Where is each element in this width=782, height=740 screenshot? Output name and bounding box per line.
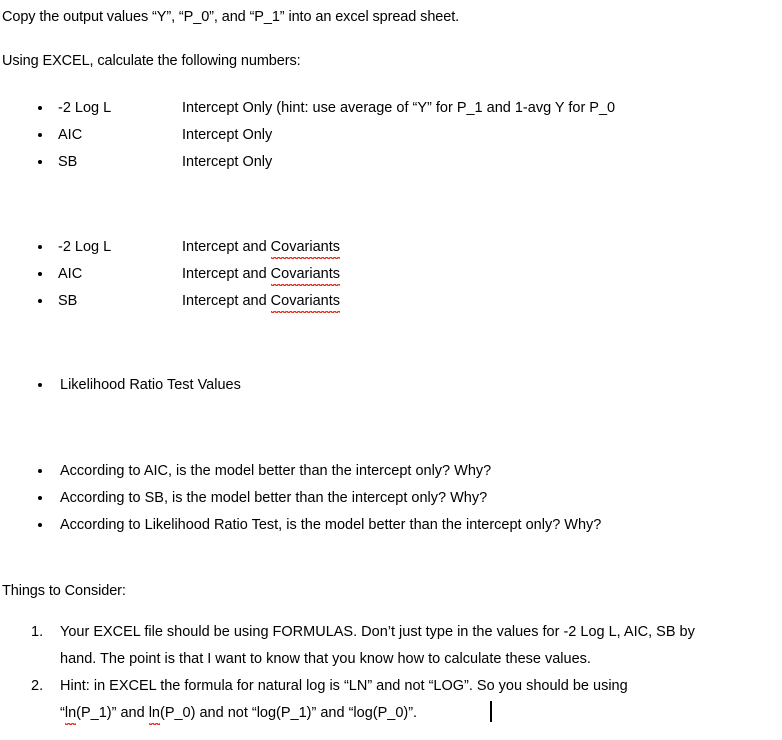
misspelled-word: ln xyxy=(148,705,161,727)
bullet-icon xyxy=(38,515,48,535)
things-to-consider-heading: Things to Consider: xyxy=(2,583,126,599)
misspelled-word: Covariants xyxy=(270,293,341,315)
metric-detail: Intercept and Covariants xyxy=(182,264,341,288)
list-item-text-segment: (P_1)” and xyxy=(76,705,149,721)
bullet-icon xyxy=(38,488,48,508)
metric-detail: Intercept Only xyxy=(182,154,273,170)
question-text: According to AIC, is the model better th… xyxy=(60,463,492,479)
question-text: According to SB, is the model better tha… xyxy=(60,490,488,506)
intro-line-2: Using EXCEL, calculate the following num… xyxy=(2,53,301,69)
metric-detail: Intercept and Covariants xyxy=(182,291,341,315)
question-text: According to Likelihood Ratio Test, is t… xyxy=(60,517,602,533)
metric-detail: Intercept Only (hint: use average of “Y”… xyxy=(182,100,616,116)
metric-detail-prefix: Intercept and xyxy=(182,266,271,282)
misspelled-word: ln xyxy=(64,705,77,727)
misspelled-word: Covariants xyxy=(270,266,341,288)
list-item-line: hand. The point is that I want to know t… xyxy=(60,651,591,667)
metric-label: -2 Log L xyxy=(58,239,112,255)
metric-detail-prefix: Intercept and xyxy=(182,293,271,309)
bullet-icon xyxy=(38,152,48,172)
bullet-icon xyxy=(38,237,48,257)
metric-label: Likelihood Ratio Test Values xyxy=(60,377,241,393)
metric-detail: Intercept and Covariants xyxy=(182,237,341,261)
misspelled-word: Covariants xyxy=(270,239,341,261)
list-number: 1. xyxy=(31,624,44,640)
list-item-text-segment: (P_0) and not “log(P_1)” and “log(P_0)”. xyxy=(159,705,418,721)
metric-label: SB xyxy=(58,293,78,309)
bullet-icon xyxy=(38,125,48,145)
bullet-icon xyxy=(38,375,48,395)
text-cursor-caret xyxy=(490,701,492,722)
metric-detail: Intercept Only xyxy=(182,127,273,143)
bullet-icon xyxy=(38,461,48,481)
intro-line-1: Copy the output values “Y”, “P_0”, and “… xyxy=(2,9,460,25)
bullet-icon xyxy=(38,291,48,311)
metric-detail-prefix: Intercept and xyxy=(182,239,271,255)
metric-label: AIC xyxy=(58,266,83,282)
bullet-icon xyxy=(38,264,48,284)
list-item-line: Hint: in EXCEL the formula for natural l… xyxy=(60,678,628,694)
metric-label: -2 Log L xyxy=(58,100,112,116)
metric-label: AIC xyxy=(58,127,83,143)
document-page: Copy the output values “Y”, “P_0”, and “… xyxy=(0,0,782,740)
list-item-line: “ln(P_1)” and ln(P_0) and not “log(P_1)”… xyxy=(60,703,418,727)
list-item-line: Your EXCEL file should be using FORMULAS… xyxy=(60,624,695,640)
bullet-icon xyxy=(38,98,48,118)
metric-label: SB xyxy=(58,154,78,170)
list-number: 2. xyxy=(31,678,44,694)
